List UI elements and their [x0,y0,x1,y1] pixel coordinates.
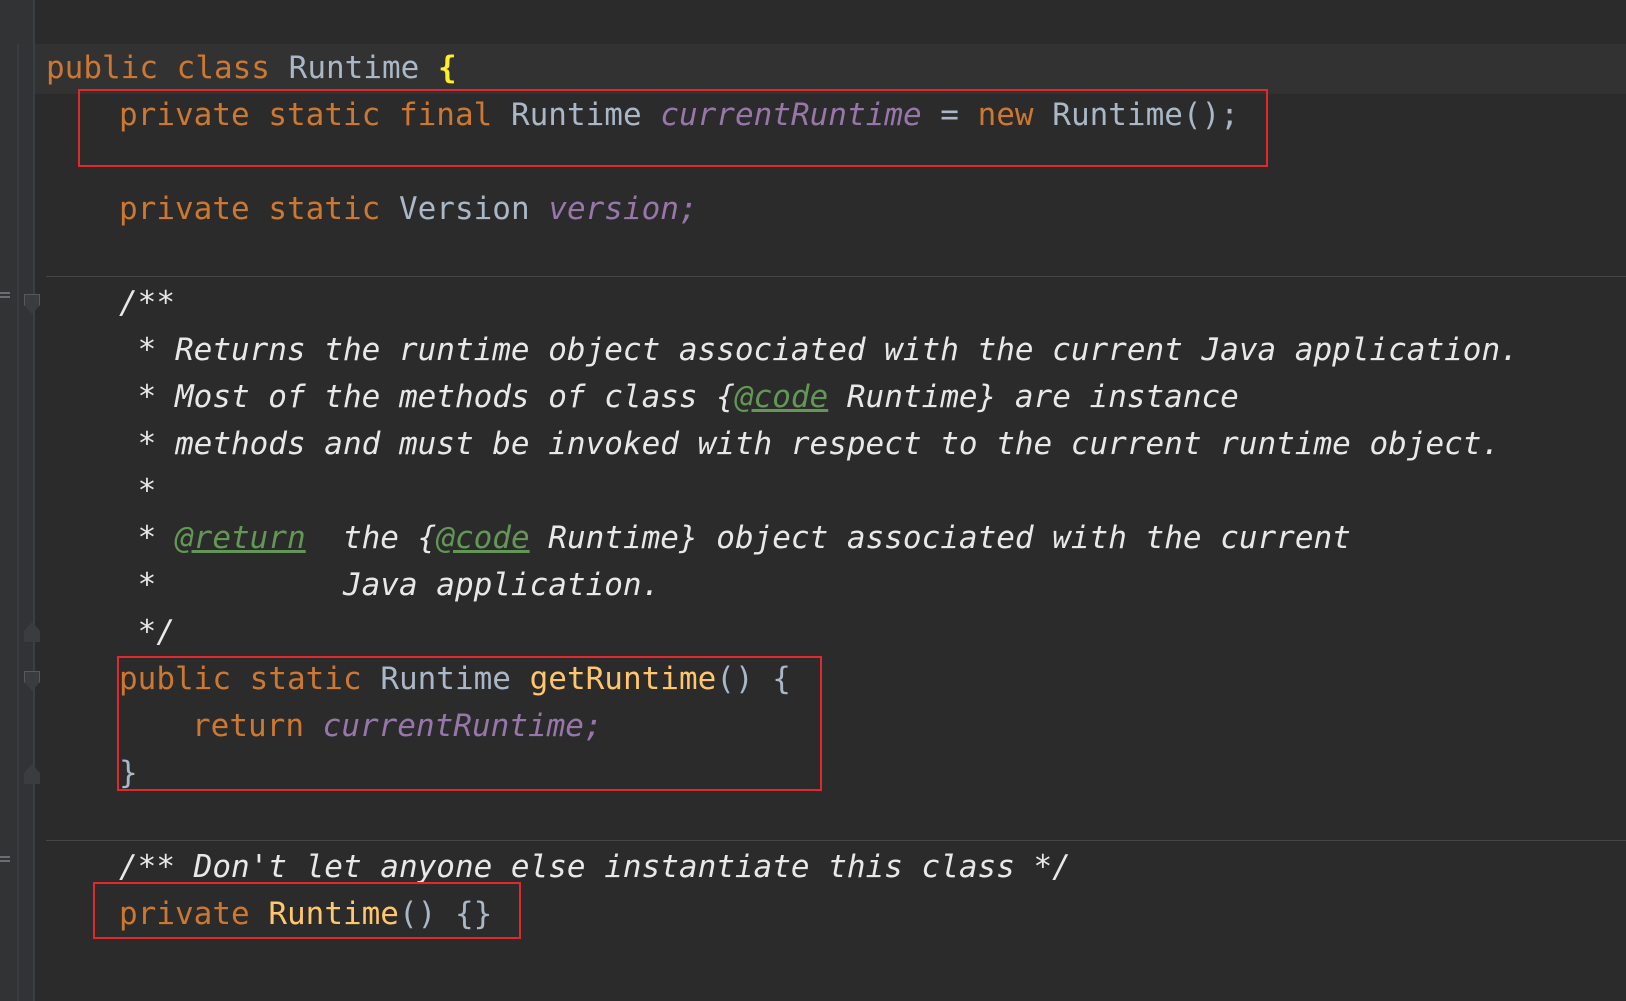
doc-text: Runtime} object associated with the curr… [529,520,1351,556]
keyword: static [268,191,381,227]
doc-comment-line: * Java application. [119,567,661,603]
code-line-version-field[interactable]: private static Version version; [119,189,698,229]
matched-brace: { [437,50,457,86]
doc-comment-line: /** [119,285,175,321]
doc-text: the { [305,520,437,556]
doc-tag: @return [175,520,306,556]
doc-tag: @code [436,520,530,556]
doc-comment-line: * [119,473,157,509]
doc-comment-line: * @return the {@code Runtime} object ass… [119,518,1351,558]
doc-comment-line: */ [119,614,175,650]
doc-text: * Most of the methods of class { [119,379,735,415]
keyword: private [119,191,250,227]
doc-text: * [119,520,175,556]
gutter-separator [33,0,35,1001]
doc-comment-line: /** Don't let anyone else instantiate th… [119,849,1071,885]
keyword: public [46,50,158,86]
method-separator [46,276,1626,277]
doc-comment-line: * Most of the methods of class {@code Ru… [119,377,1239,417]
highlight-box-method [117,656,822,791]
doc-text: Runtime} are instance [828,379,1239,415]
keyword: class [176,50,270,86]
highlight-box-field [78,89,1268,167]
code-line-class-decl[interactable]: public class Runtime { [46,48,457,88]
doc-comment-icon[interactable] [0,856,10,866]
doc-comment-icon[interactable] [0,292,10,302]
type-name: Version [398,191,530,227]
class-name: Runtime [288,50,420,86]
doc-tag: @code [734,379,829,415]
gutter-fold-guide [17,44,19,1001]
field-name: version; [548,191,698,227]
doc-comment-line: * methods and must be invoked with respe… [119,426,1501,462]
highlight-box-constructor [93,882,521,939]
doc-comment-line: * Returns the runtime object associated … [119,332,1519,368]
method-separator [46,840,1626,841]
